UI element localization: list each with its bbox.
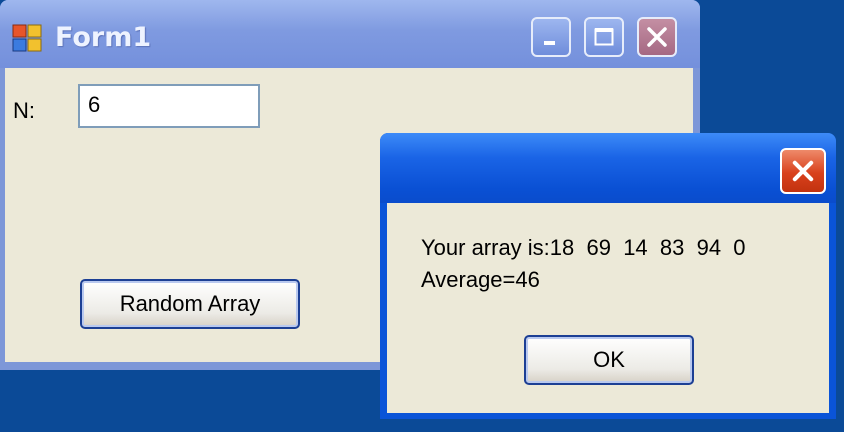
message-box-client-area: Your array is:18 69 14 83 94 0 Average=4…: [387, 203, 829, 413]
ok-button[interactable]: OK: [524, 335, 694, 385]
minimize-icon: [544, 41, 555, 45]
n-label: N:: [13, 98, 35, 123]
minimize-button[interactable]: [531, 17, 571, 57]
form1-title: Form1: [55, 22, 152, 53]
n-input[interactable]: 6: [78, 84, 260, 128]
average-message: Average=46: [421, 267, 540, 292]
app-icon: [12, 24, 42, 52]
random-array-button[interactable]: Random Array: [80, 279, 300, 329]
form1-titlebar[interactable]: Form1: [0, 0, 700, 68]
maximize-icon: [594, 28, 614, 46]
message-box-titlebar[interactable]: [380, 133, 836, 203]
message-box-close-button[interactable]: [780, 148, 826, 194]
message-box-window: Your array is:18 69 14 83 94 0 Average=4…: [380, 133, 836, 419]
array-message: Your array is:18 69 14 83 94 0: [421, 235, 746, 260]
close-icon: [792, 160, 814, 182]
close-icon: [647, 27, 667, 47]
maximize-button[interactable]: [584, 17, 624, 57]
close-button[interactable]: [637, 17, 677, 57]
